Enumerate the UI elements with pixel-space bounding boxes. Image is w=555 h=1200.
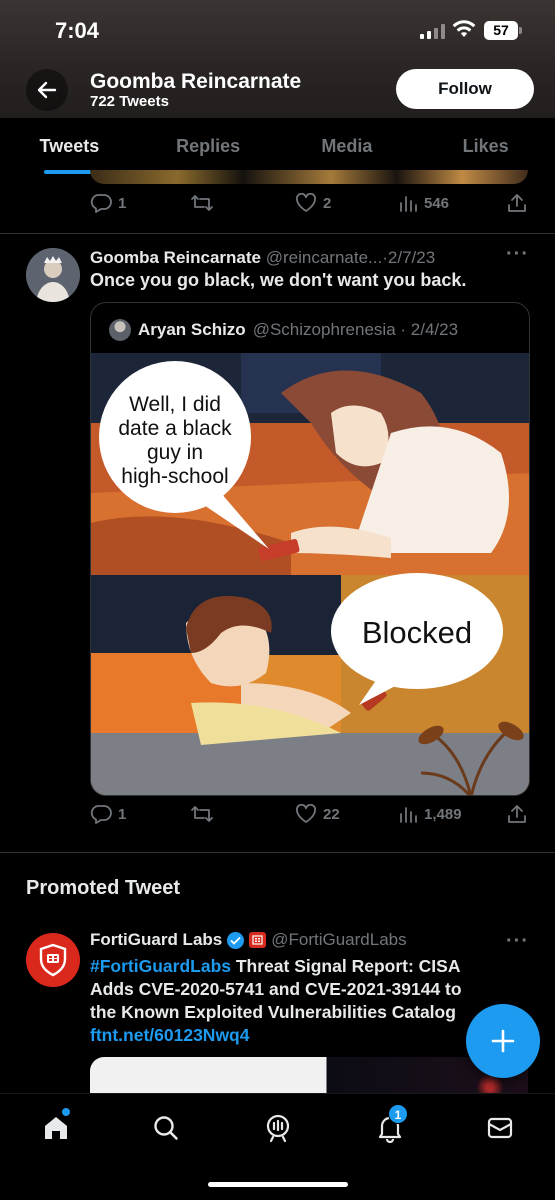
- status-bar: 7:04 57: [0, 0, 555, 62]
- home-indicator[interactable]: [208, 1182, 348, 1187]
- nav-home[interactable]: [36, 1108, 76, 1148]
- tweet-text: Once you go black, we don't want you bac…: [90, 270, 467, 290]
- retweet-icon: [191, 806, 213, 822]
- promoted-card-image[interactable]: [90, 1057, 528, 1097]
- previous-tweet-media[interactable]: [90, 170, 528, 184]
- nav-messages[interactable]: [480, 1108, 520, 1148]
- reply-icon: [90, 805, 112, 824]
- reply-button[interactable]: 1: [90, 804, 126, 824]
- views-button[interactable]: 1,489: [398, 804, 462, 824]
- shield-logo-icon: [39, 943, 67, 977]
- nav-search[interactable]: [146, 1108, 186, 1148]
- divider: [0, 233, 555, 234]
- promoted-url-link[interactable]: ftnt.net/60123Nwq4: [90, 1024, 520, 1047]
- profile-header: 7:04 57 Goomba Reincarnate 722 Tweets Fo…: [0, 0, 555, 118]
- plus-icon: [491, 1029, 515, 1053]
- quoted-author-handle: @Schizophrenesia · 2/4/23: [252, 320, 459, 339]
- speech-bubble-blocked: Blocked: [362, 615, 472, 650]
- tab-replies[interactable]: Replies: [139, 118, 278, 174]
- share-button[interactable]: [507, 804, 527, 824]
- tab-likes[interactable]: Likes: [416, 118, 555, 174]
- home-icon: [45, 1117, 67, 1139]
- nav-notifications[interactable]: 1: [370, 1104, 410, 1148]
- hashtag-link[interactable]: #FortiGuardLabs: [90, 956, 231, 976]
- tweet-date[interactable]: 2/7/23: [388, 248, 435, 267]
- quoted-tweet-header: Aryan Schizo @Schizophrenesia · 2/4/23: [109, 319, 458, 341]
- tweet-author-handle[interactable]: @reincarnate...: [266, 248, 382, 267]
- more-icon: ···: [506, 930, 529, 952]
- like-button[interactable]: 22: [295, 804, 340, 824]
- share-icon: [508, 194, 526, 212]
- tweet-author-name[interactable]: Goomba Reincarnate: [90, 248, 261, 267]
- search-icon: [154, 1116, 178, 1140]
- reply-button[interactable]: 1: [90, 193, 126, 213]
- arrow-left-icon: [37, 81, 57, 99]
- avatar-image: [26, 248, 80, 302]
- divider: [0, 852, 555, 853]
- retweet-button[interactable]: [190, 193, 214, 213]
- promoted-tweet-label: Promoted Tweet: [26, 877, 181, 899]
- battery-indicator: 57: [484, 21, 522, 40]
- spaces-microphone-icon: [266, 1114, 290, 1143]
- share-button[interactable]: [507, 193, 527, 213]
- reply-icon: [90, 194, 112, 213]
- promoted-tweet-header: FortiGuard Labs @FortiGuardLabs: [90, 930, 407, 950]
- reply-count: 1: [118, 194, 127, 212]
- view-count: 546: [424, 194, 450, 212]
- profile-name: Goomba Reincarnate: [90, 70, 302, 93]
- share-icon: [508, 805, 526, 823]
- retweet-icon: [191, 195, 213, 211]
- like-count: 2: [323, 194, 332, 212]
- tweet-header: Goomba Reincarnate @reincarnate...·2/7/2…: [90, 248, 435, 268]
- verified-badge-icon: [227, 931, 245, 949]
- tab-tweets[interactable]: Tweets: [0, 118, 139, 174]
- retweet-button[interactable]: [190, 804, 214, 824]
- promoted-tweet-text: #FortiGuardLabs Threat Signal Report: CI…: [90, 955, 520, 1047]
- tweet-more-button[interactable]: ···: [506, 243, 529, 266]
- speech-bubble-line-4: high-school: [121, 465, 228, 488]
- speech-bubble-line-3: guy in: [147, 441, 203, 464]
- follow-button[interactable]: Follow: [396, 69, 534, 109]
- promoted-line-3: the Known Exploited Vulnerabilities Cata…: [90, 1002, 456, 1022]
- compose-tweet-button[interactable]: [466, 1004, 540, 1078]
- tab-media[interactable]: Media: [278, 118, 417, 174]
- speech-bubble-line-2: date a black: [118, 417, 232, 440]
- fortiguard-avatar[interactable]: [26, 933, 80, 987]
- notifications-badge: 1: [388, 1104, 408, 1124]
- tweet-author-avatar[interactable]: [26, 248, 80, 302]
- tweet-count: 722 Tweets: [90, 93, 169, 110]
- views-button[interactable]: 546: [398, 193, 449, 213]
- promoted-more-button[interactable]: ···: [506, 930, 529, 953]
- views-chart-icon: [400, 807, 417, 823]
- promoted-author-name[interactable]: FortiGuard Labs: [90, 930, 222, 950]
- wifi-icon: [452, 20, 476, 37]
- heart-icon: [295, 804, 317, 823]
- quoted-tweet[interactable]: Aryan Schizo @Schizophrenesia · 2/4/23 W…: [90, 302, 530, 796]
- profile-tabs: Tweets Replies Media Likes: [0, 118, 555, 174]
- back-button[interactable]: [26, 69, 68, 111]
- envelope-icon: [487, 1117, 513, 1139]
- nav-spaces[interactable]: [258, 1108, 298, 1148]
- more-icon: ···: [506, 243, 529, 265]
- reply-count: 1: [118, 805, 127, 823]
- organization-badge-icon: [249, 932, 267, 948]
- status-time: 7:04: [55, 18, 100, 43]
- quoted-author-avatar: [109, 319, 131, 341]
- heart-icon: [295, 193, 317, 212]
- view-count: 1,489: [424, 805, 462, 823]
- quoted-author-name: Aryan Schizo: [138, 320, 246, 339]
- promoted-line-2: Adds CVE-2020-5741 and CVE-2021-39144 to: [90, 979, 462, 999]
- previous-tweet-actions: 1 2 546: [90, 193, 530, 217]
- promoted-line-1: Threat Signal Report: CISA: [231, 956, 461, 976]
- like-button[interactable]: 2: [295, 193, 331, 213]
- home-unread-dot: [62, 1108, 70, 1116]
- promoted-author-handle[interactable]: @FortiGuardLabs: [271, 930, 406, 950]
- speech-bubble-line-1: Well, I did: [129, 393, 221, 416]
- views-chart-icon: [400, 196, 417, 212]
- cellular-signal-icon: [420, 24, 445, 39]
- tweet-actions: 1 22 1,489: [90, 804, 530, 828]
- quoted-meme-image[interactable]: Well, I did date a black guy in high-sch…: [91, 353, 530, 796]
- like-count: 22: [323, 805, 340, 823]
